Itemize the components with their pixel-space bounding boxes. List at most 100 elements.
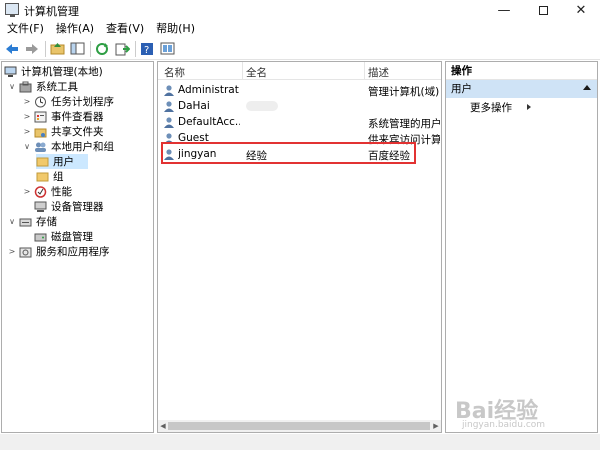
tree-label: 本地用户和组 xyxy=(51,141,114,153)
user-icon xyxy=(164,85,174,96)
maximize-icon xyxy=(538,5,548,15)
column-header-row: 名称 全名 描述 xyxy=(158,62,441,80)
tree-item-system-tools[interactable]: ∨ 系统工具 xyxy=(7,79,78,94)
disk-icon xyxy=(34,231,47,243)
scrollbar-thumb[interactable] xyxy=(168,422,430,430)
folder-icon xyxy=(36,171,49,183)
toolbar-separator xyxy=(90,40,91,57)
submenu-arrow-icon xyxy=(527,104,531,110)
tree-item-performance[interactable]: > 性能 xyxy=(22,184,72,199)
back-icon[interactable] xyxy=(4,41,20,57)
chevron-right-icon[interactable]: > xyxy=(22,112,32,122)
user-icon xyxy=(164,101,174,112)
tree-item-services-apps[interactable]: > 服务和应用程序 xyxy=(7,244,110,259)
show-hide-tree-icon[interactable] xyxy=(69,41,85,57)
services-icon xyxy=(19,246,32,258)
user-icon xyxy=(164,117,174,128)
window-title: 计算机管理 xyxy=(24,5,79,18)
tree-label: 组 xyxy=(53,171,64,183)
tree-label: 用户 xyxy=(53,156,74,168)
user-list: 名称 全名 描述 Administrat... 管理计算机(域)的 DaHai … xyxy=(157,61,442,433)
tree-item-storage[interactable]: ∨ 存储 xyxy=(7,214,57,229)
actions-section-users[interactable]: 用户 xyxy=(446,80,597,98)
tools-icon xyxy=(19,81,32,93)
users-group-icon xyxy=(34,141,47,153)
column-divider[interactable] xyxy=(364,62,365,80)
column-full-name[interactable]: 全名 xyxy=(246,65,267,80)
maximize-button[interactable] xyxy=(523,0,563,20)
refresh-icon[interactable] xyxy=(94,41,110,57)
actions-header: 操作 xyxy=(446,62,597,80)
tree-item-groups[interactable]: 组 xyxy=(36,169,64,184)
more-actions-item[interactable]: 更多操作 xyxy=(470,100,531,115)
tree-item-event-viewer[interactable]: > 事件查看器 xyxy=(22,109,104,124)
status-bar xyxy=(0,434,600,450)
tree-item-disk-management[interactable]: 磁盘管理 xyxy=(22,229,93,244)
chevron-right-icon[interactable]: > xyxy=(22,187,32,197)
column-name[interactable]: 名称 xyxy=(164,65,185,80)
horizontal-scrollbar[interactable]: ◀ ▶ xyxy=(158,420,441,432)
user-name: DaHai xyxy=(178,100,210,112)
shared-folder-icon xyxy=(34,126,47,138)
menu-action[interactable]: 操作(A) xyxy=(50,20,100,38)
collapse-icon[interactable] xyxy=(583,85,591,90)
column-divider[interactable] xyxy=(242,62,243,80)
chevron-down-icon[interactable]: ∨ xyxy=(22,142,32,152)
tree-item-shared-folders[interactable]: > 共享文件夹 xyxy=(22,124,104,139)
tree-label: 性能 xyxy=(51,186,72,198)
clock-icon xyxy=(34,96,47,108)
tree-item-device-manager[interactable]: 设备管理器 xyxy=(34,199,104,214)
event-viewer-icon xyxy=(34,111,47,123)
tree-item-users[interactable]: 用户 xyxy=(36,154,88,169)
forward-icon[interactable] xyxy=(24,41,40,57)
computer-management-icon xyxy=(5,3,19,17)
highlight-box xyxy=(161,142,416,164)
chevron-down-icon[interactable]: ∨ xyxy=(7,217,17,227)
toolbar-separator xyxy=(135,40,136,57)
tree-label: 磁盘管理 xyxy=(51,231,93,243)
table-row[interactable]: Administrat... 管理计算机(域)的 xyxy=(158,82,441,98)
more-actions-label: 更多操作 xyxy=(470,102,512,114)
tree-item-local-users-groups[interactable]: ∨ 本地用户和组 xyxy=(22,139,114,154)
svg-text:?: ? xyxy=(144,45,149,56)
navigation-tree: 计算机管理(本地) ∨ 系统工具 > 任务计划程序 > 事件查看器 > 共享文件… xyxy=(1,61,154,433)
user-name: Administrat... xyxy=(178,84,240,96)
tree-label: 计算机管理(本地) xyxy=(21,66,103,78)
actions-pane: 操作 用户 更多操作 xyxy=(445,61,598,433)
export-list-icon[interactable] xyxy=(114,41,130,57)
actions-section-label: 用户 xyxy=(451,83,472,95)
tree-label: 事件查看器 xyxy=(51,111,104,123)
chevron-right-icon[interactable]: > xyxy=(7,247,17,257)
tree-label: 服务和应用程序 xyxy=(36,246,110,258)
close-button[interactable]: ✕ xyxy=(561,0,600,20)
tree-label: 系统工具 xyxy=(36,81,78,93)
up-folder-icon[interactable] xyxy=(49,41,65,57)
menu-bar: 文件(F) 操作(A) 查看(V) 帮助(H) xyxy=(0,20,600,38)
tree-item-task-scheduler[interactable]: > 任务计划程序 xyxy=(22,94,114,109)
help-icon[interactable]: ? xyxy=(139,41,155,57)
watermark-url: jingyan.baidu.com xyxy=(462,420,546,430)
storage-icon xyxy=(19,216,32,228)
chevron-right-icon[interactable]: > xyxy=(22,97,32,107)
minimize-button[interactable]: — xyxy=(484,0,524,20)
tree-label: 共享文件夹 xyxy=(51,126,104,138)
table-row[interactable]: DaHai xyxy=(158,98,441,114)
table-row[interactable]: DefaultAcc... 系统管理的用户帐 xyxy=(158,114,441,130)
scroll-left-icon[interactable]: ◀ xyxy=(158,420,168,432)
device-manager-icon xyxy=(34,201,47,213)
chevron-right-icon[interactable]: > xyxy=(22,127,32,137)
menu-file[interactable]: 文件(F) xyxy=(0,20,50,38)
user-description: 系统管理的用户帐 xyxy=(368,118,440,130)
tree-label: 任务计划程序 xyxy=(51,96,114,108)
menu-help[interactable]: 帮助(H) xyxy=(150,20,201,38)
properties-icon[interactable] xyxy=(159,41,175,57)
toolbar: ? xyxy=(0,38,600,60)
user-name: DefaultAcc... xyxy=(178,116,240,128)
chevron-down-icon[interactable]: ∨ xyxy=(7,82,17,92)
menu-view[interactable]: 查看(V) xyxy=(100,20,150,38)
tree-item-root[interactable]: 计算机管理(本地) xyxy=(4,64,103,79)
scroll-right-icon[interactable]: ▶ xyxy=(431,420,441,432)
tree-label: 设备管理器 xyxy=(51,201,104,213)
computer-icon xyxy=(4,66,17,78)
column-description[interactable]: 描述 xyxy=(368,65,389,80)
